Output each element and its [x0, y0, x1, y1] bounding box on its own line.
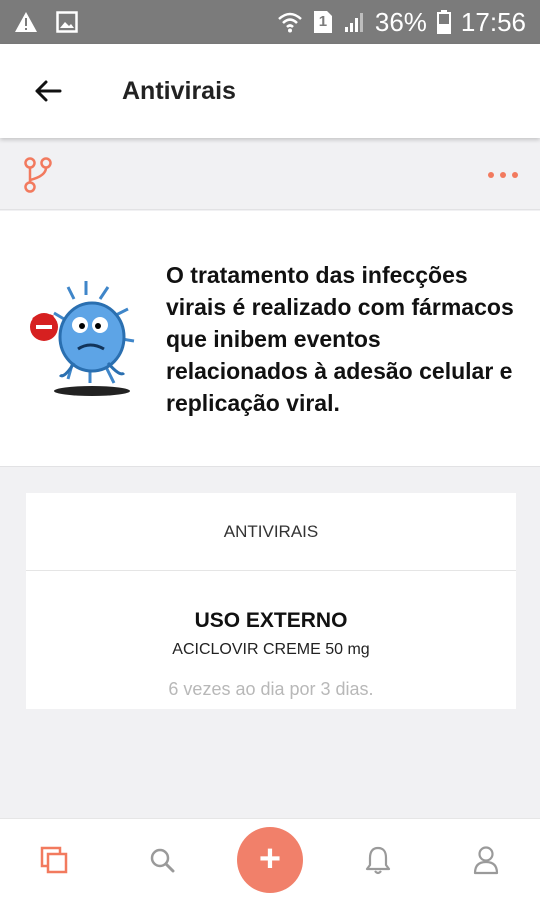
arrow-left-icon	[35, 80, 62, 102]
plus-icon: +	[258, 838, 282, 880]
nav-copy[interactable]	[0, 845, 108, 875]
sim-icon: 1	[313, 10, 333, 34]
dosage-text: 6 vezes ao dia por 3 dias.	[168, 679, 374, 699]
back-button[interactable]	[24, 67, 72, 115]
nav-profile[interactable]	[432, 845, 540, 875]
virus-illustration	[24, 279, 144, 399]
sim-slot-label: 1	[318, 13, 328, 30]
page-title: Antivirais	[122, 76, 236, 105]
intro-text: O tratamento das infecções virais é real…	[166, 261, 514, 416]
bell-icon	[365, 846, 391, 874]
card-body: USO EXTERNO ACICLOVIR CREME 50 mg 6 veze…	[26, 571, 516, 700]
drug-name: ACICLOVIR CREME 50 mg	[172, 641, 370, 658]
nav-notifications[interactable]	[324, 845, 432, 875]
status-bar: 1 36% 17:56	[0, 0, 540, 44]
action-row	[0, 140, 540, 210]
add-button[interactable]: +	[237, 826, 303, 893]
wifi-icon	[277, 11, 303, 33]
image-icon	[56, 11, 78, 33]
branch-icon[interactable]	[22, 156, 54, 194]
battery-icon	[436, 10, 451, 34]
more-dots-icon[interactable]	[488, 171, 518, 178]
battery-percent: 36%	[374, 6, 427, 37]
bottom-nav: +	[0, 818, 540, 900]
prescription-card: ANTIVIRAIS USO EXTERNO ACICLOVIR CREME 5…	[26, 493, 516, 709]
warning-icon	[14, 11, 38, 33]
card-header: ANTIVIRAIS	[26, 493, 516, 571]
signal-icon	[343, 11, 365, 33]
user-icon	[473, 845, 499, 874]
search-icon	[150, 848, 175, 872]
nav-add[interactable]: +	[216, 826, 324, 893]
intro-section: O tratamento das infecções virais é real…	[0, 211, 540, 467]
copy-icon	[40, 846, 68, 873]
nav-search[interactable]	[108, 847, 216, 873]
usage-type: USO EXTERNO	[194, 609, 348, 632]
clock: 17:56	[460, 6, 526, 37]
app-bar: Antivirais	[0, 44, 540, 138]
